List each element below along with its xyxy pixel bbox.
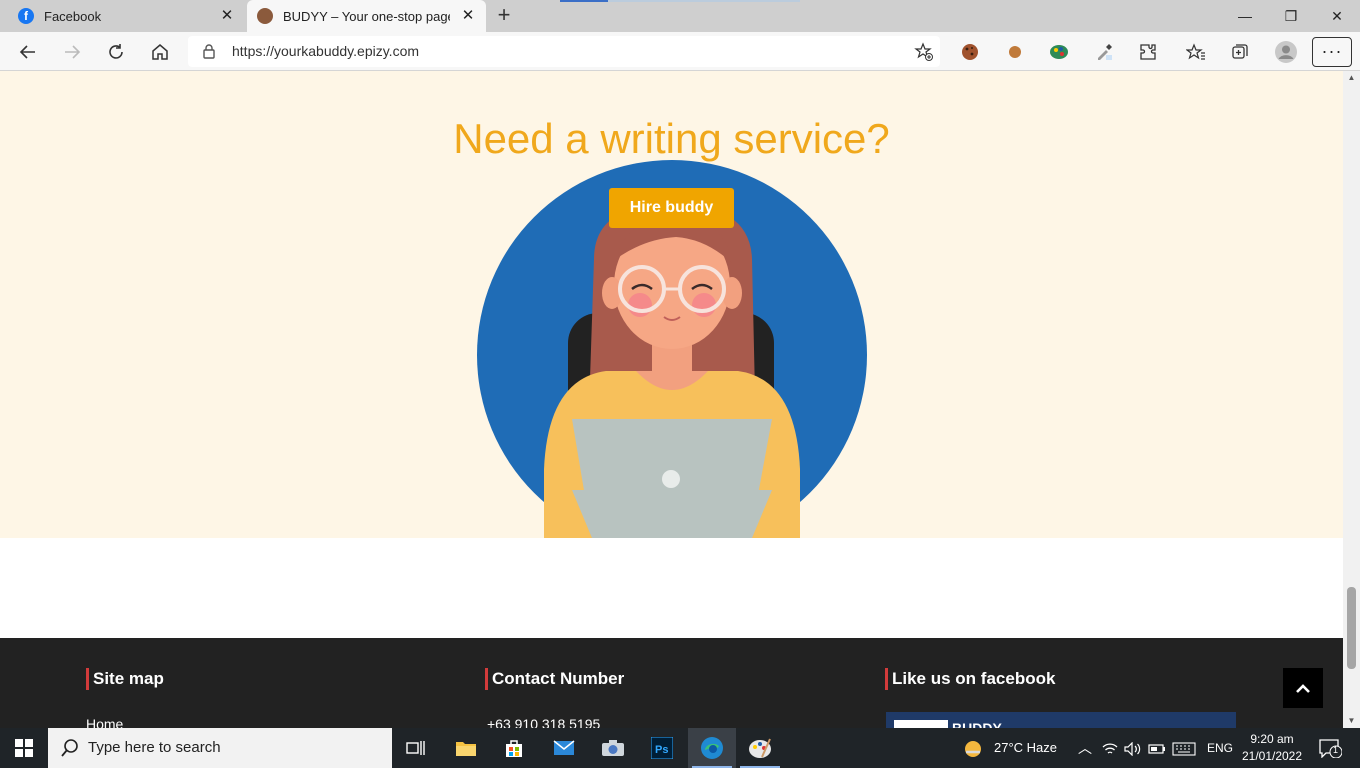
battery-icon[interactable] <box>1148 728 1166 768</box>
close-tab-icon[interactable]: ✕ <box>219 8 235 24</box>
tab-facebook[interactable]: f Facebook ✕ <box>0 0 245 32</box>
laptop-illustration <box>572 419 772 538</box>
show-hidden-icons-chevron-icon[interactable]: ︿ <box>1078 728 1092 768</box>
extension-icon[interactable] <box>1003 40 1027 64</box>
profile-avatar-icon[interactable] <box>1274 40 1298 64</box>
back-icon[interactable] <box>16 40 40 64</box>
extensions-icon[interactable] <box>1136 40 1160 64</box>
photoshop-icon[interactable]: Ps <box>638 728 686 768</box>
facebook-icon: f <box>18 8 34 24</box>
page-scrollbar[interactable]: ▲ ▼ <box>1343 71 1360 728</box>
cookie-icon <box>257 8 273 24</box>
mail-icon[interactable] <box>540 728 588 768</box>
hero-section: Need a writing service? Hire buddy <box>0 71 1343 538</box>
start-button[interactable] <box>0 728 48 768</box>
windows-taskbar: Type here to search Ps 27°C Haze ︿ ENG 9 <box>0 728 1360 768</box>
eyedropper-icon[interactable] <box>1092 40 1116 64</box>
collections-icon[interactable] <box>1228 40 1252 64</box>
contact-phone: +63 910 318 5195 <box>487 716 601 728</box>
sitemap-heading: Site map <box>86 668 164 690</box>
facebook-page-name[interactable]: BUDDY <box>952 720 1002 728</box>
site-footer: Site map Home Contact Number +63 910 318… <box>0 638 1343 728</box>
hero-title: Need a writing service? <box>453 115 890 162</box>
keyboard-icon[interactable] <box>1172 728 1196 768</box>
forward-icon[interactable] <box>60 40 84 64</box>
weather-icon[interactable] <box>962 728 984 768</box>
tab-title: BUDYY – Your one-stop page for <box>283 8 450 24</box>
lock-icon[interactable] <box>202 43 216 64</box>
notifications-icon[interactable]: 1 <box>1318 738 1343 763</box>
facebook-page-avatar <box>894 720 948 728</box>
restore-button[interactable]: ❐ <box>1268 0 1314 32</box>
search-placeholder: Type here to search <box>88 739 221 756</box>
hire-buddy-button[interactable]: Hire buddy <box>609 188 734 228</box>
taskbar-clock[interactable]: 9:20 am 21/01/2022 <box>1240 731 1304 765</box>
scrollbar-thumb[interactable] <box>1347 587 1356 669</box>
weather-text[interactable]: 27°C Haze <box>994 728 1057 768</box>
camera-icon[interactable] <box>589 728 637 768</box>
facebook-page-widget[interactable]: BUDDY <box>886 712 1236 728</box>
volume-icon[interactable] <box>1124 728 1142 768</box>
tab-strip: f Facebook ✕ BUDYY – Your one-stop page … <box>0 0 1360 32</box>
address-bar[interactable]: https://yourkabuddy.epizy.com <box>188 36 940 67</box>
loading-bar <box>560 0 800 2</box>
page-viewport: Need a writing service? Hire buddy Site … <box>0 71 1343 728</box>
clock-date: 21/01/2022 <box>1241 749 1303 763</box>
favorites-icon[interactable] <box>1184 40 1208 64</box>
chevron-up-icon <box>1296 684 1310 693</box>
tab-budyy[interactable]: BUDYY – Your one-stop page for ✕ <box>247 0 486 32</box>
tab-title: Facebook <box>44 8 102 24</box>
minimize-button[interactable]: — <box>1222 0 1268 32</box>
input-language[interactable]: ENG <box>1207 728 1233 768</box>
windows-logo-icon <box>15 739 33 757</box>
cookie-extension-icon[interactable] <box>958 40 982 64</box>
close-window-button[interactable]: ✕ <box>1314 0 1360 32</box>
paint-extension-icon[interactable] <box>1047 40 1071 64</box>
close-tab-icon[interactable]: ✕ <box>460 8 476 24</box>
scroll-down-arrow-icon[interactable]: ▼ <box>1343 714 1360 728</box>
paint-app-icon[interactable] <box>736 728 784 768</box>
new-tab-button[interactable]: + <box>492 4 516 28</box>
taskbar-search-box[interactable]: Type here to search <box>48 728 392 768</box>
add-favorite-icon[interactable] <box>914 42 934 67</box>
back-to-top-button[interactable] <box>1283 668 1323 708</box>
file-explorer-icon[interactable] <box>442 728 490 768</box>
wifi-icon[interactable] <box>1102 728 1118 768</box>
refresh-icon[interactable] <box>104 40 128 64</box>
microsoft-store-icon[interactable] <box>490 728 538 768</box>
task-view-icon[interactable] <box>392 728 440 768</box>
edge-browser-icon[interactable] <box>688 728 736 768</box>
browser-toolbar: https://yourkabuddy.epizy.com ··· <box>0 32 1360 71</box>
url-text[interactable]: https://yourkabuddy.epizy.com <box>232 36 419 67</box>
notification-count: 1 <box>1333 745 1339 755</box>
sitemap-link-home[interactable]: Home <box>86 716 123 728</box>
facebook-heading: Like us on facebook <box>885 668 1055 690</box>
settings-more-button[interactable]: ··· <box>1312 37 1352 67</box>
scroll-up-arrow-icon[interactable]: ▲ <box>1343 71 1360 85</box>
home-icon[interactable] <box>148 40 172 64</box>
svg-text:Ps: Ps <box>655 744 668 756</box>
contact-heading: Contact Number <box>485 668 624 690</box>
search-icon <box>60 738 80 763</box>
clock-time: 9:20 am <box>1250 732 1294 746</box>
